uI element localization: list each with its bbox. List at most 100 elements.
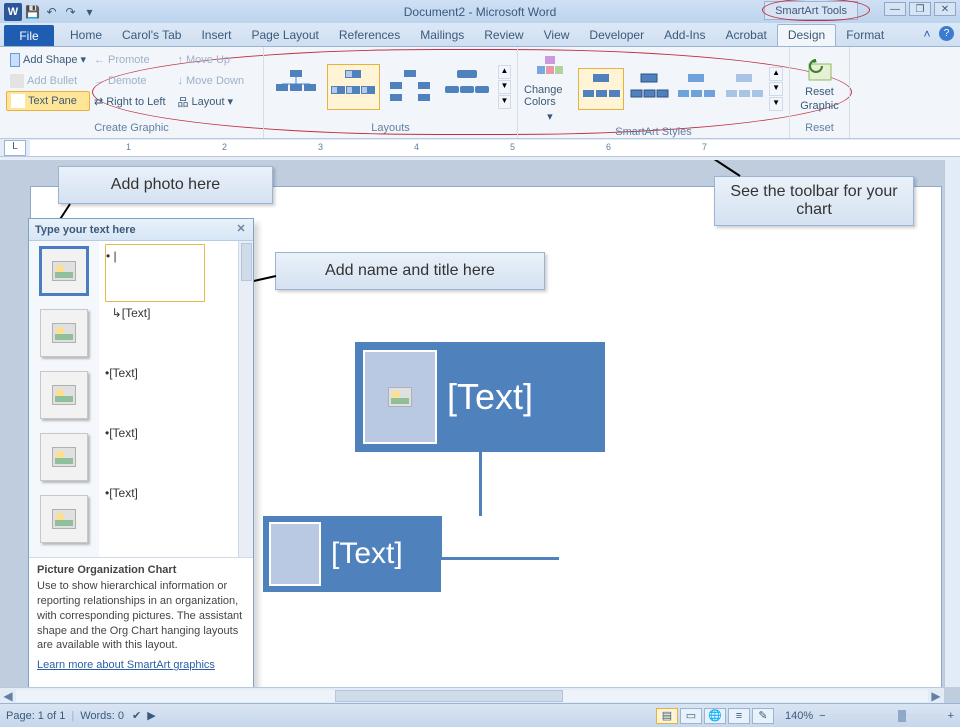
save-icon[interactable]: 💾	[24, 3, 41, 20]
layouts-up-icon[interactable]: ▲	[498, 65, 511, 79]
text-pane-scrollbar[interactable]	[238, 241, 253, 557]
tab-page-layout[interactable]: Page Layout	[241, 25, 328, 46]
ribbon-tabs: File Home Carol's Tab Insert Page Layout…	[0, 23, 960, 47]
reset-graphic-button[interactable]: Reset Graphic	[796, 49, 843, 121]
text-pane-button[interactable]: Text Pane	[6, 91, 90, 111]
text-pane-thumbs	[29, 241, 99, 557]
text-pane-item-4[interactable]: • [Text]	[105, 422, 253, 482]
tab-home[interactable]: Home	[60, 25, 112, 46]
picture-placeholder-icon[interactable]	[388, 387, 412, 407]
layouts-down-icon[interactable]: ▼	[498, 80, 511, 94]
text-pane-thumb-3[interactable]	[40, 371, 88, 419]
text-pane-list[interactable]: • | ↳ [Text] • [Text] • [Text] • [Text]	[99, 241, 253, 557]
tab-view[interactable]: View	[534, 25, 580, 46]
undo-icon[interactable]: ↶	[43, 3, 60, 20]
horizontal-ruler[interactable]: L 1 2 3 4 5 6 7	[0, 139, 960, 157]
minimize-icon[interactable]: ―	[884, 2, 906, 16]
layout-option-4[interactable]	[441, 64, 494, 110]
change-colors-button[interactable]: Change Colors ▾	[524, 53, 576, 125]
tab-review[interactable]: Review	[474, 25, 533, 46]
group-label-reset: Reset	[796, 121, 843, 136]
zoom-in-icon[interactable]: +	[948, 710, 954, 722]
text-pane[interactable]: Type your text here ✕ • | ↳ [Text] • [Te…	[28, 218, 254, 696]
text-pane-thumb-2[interactable]	[40, 309, 88, 357]
callout-add-photo: Add photo here	[58, 166, 273, 204]
qat-more-icon[interactable]: ▾	[81, 3, 98, 20]
zoom-slider[interactable]	[832, 714, 942, 718]
demote-button[interactable]: → Demote	[90, 70, 174, 91]
style-option-1-selected[interactable]	[578, 68, 624, 110]
view-outline-icon[interactable]: ≡	[728, 708, 750, 724]
learn-more-link[interactable]: Learn more about SmartArt graphics	[37, 659, 215, 671]
quick-access-toolbar: W 💾 ↶ ↷ ▾	[0, 3, 98, 21]
tab-references[interactable]: References	[329, 25, 410, 46]
redo-icon[interactable]: ↷	[62, 3, 79, 20]
connector-horizontal	[439, 557, 559, 560]
text-pane-item-2[interactable]: ↳ [Text]	[105, 302, 253, 362]
styles-up-icon[interactable]: ▲	[769, 67, 783, 81]
minimize-ribbon-icon[interactable]: ˄	[919, 26, 935, 42]
styles-down-icon[interactable]: ▼	[769, 82, 783, 96]
text-pane-item-1[interactable]: • |	[105, 244, 205, 302]
view-draft-icon[interactable]: ✎	[752, 708, 774, 724]
view-web-icon[interactable]: 🌐	[704, 708, 726, 724]
styles-more-icon[interactable]: ▼	[769, 97, 783, 111]
macro-icon[interactable]: ▶	[147, 709, 155, 722]
layout-option-1[interactable]	[270, 64, 323, 110]
layout-option-2-selected[interactable]	[327, 64, 380, 110]
vertical-scrollbar[interactable]	[944, 160, 960, 687]
smartart-node-root-text[interactable]: [Text]	[437, 376, 533, 418]
tab-selector[interactable]: L	[4, 140, 26, 156]
tab-file[interactable]: File	[4, 25, 54, 46]
text-pane-thumb-4[interactable]	[40, 433, 88, 481]
status-bar: Page: 1 of 1 | Words: 0 ✔ ▶ ▤ ▭ 🌐 ≡ ✎ 14…	[0, 703, 960, 727]
style-option-3[interactable]	[673, 68, 719, 110]
zoom-out-icon[interactable]: −	[819, 710, 825, 722]
view-full-screen-icon[interactable]: ▭	[680, 708, 702, 724]
smartart-node-child[interactable]: [Text]	[263, 516, 441, 592]
add-bullet-button[interactable]: Add Bullet	[6, 70, 90, 91]
restore-icon[interactable]: ❐	[909, 2, 931, 16]
right-to-left-button[interactable]: ⇄ Right to Left	[90, 91, 174, 112]
tab-acrobat[interactable]: Acrobat	[715, 25, 776, 46]
tab-format[interactable]: Format	[836, 25, 894, 46]
text-pane-item-3[interactable]: • [Text]	[105, 362, 253, 422]
add-shape-button[interactable]: Add Shape ▾	[6, 49, 90, 70]
proofing-icon[interactable]: ✔	[132, 709, 141, 722]
text-pane-header: Type your text here ✕	[29, 219, 253, 241]
layout-option-3[interactable]	[384, 64, 437, 110]
smartart-node-root[interactable]: [Text]	[355, 342, 605, 452]
tab-design[interactable]: Design	[777, 24, 836, 46]
style-option-4[interactable]	[721, 68, 767, 110]
tab-carol[interactable]: Carol's Tab	[112, 25, 191, 46]
text-pane-thumb-5[interactable]	[40, 495, 88, 543]
layouts-more-icon[interactable]: ▼	[498, 95, 511, 109]
group-label-styles: SmartArt Styles	[524, 125, 783, 140]
tab-addins[interactable]: Add-Ins	[654, 25, 715, 46]
move-down-button[interactable]: ↓ Move Down	[174, 70, 258, 91]
view-print-layout-icon[interactable]: ▤	[656, 708, 678, 724]
zoom-level[interactable]: 140%	[785, 710, 813, 722]
text-pane-thumb-1[interactable]	[40, 247, 88, 295]
layout-button[interactable]: 品 Layout ▾	[174, 91, 258, 112]
move-up-button[interactable]: ↑ Move Up	[174, 49, 258, 70]
status-words[interactable]: Words: 0	[80, 710, 124, 722]
group-label-create: Create Graphic	[6, 121, 257, 136]
text-pane-close-icon[interactable]: ✕	[233, 222, 249, 238]
ribbon-design: Add Shape ▾ Add Bullet Text Pane ← Promo…	[0, 47, 960, 139]
close-icon[interactable]: ✕	[934, 2, 956, 16]
horizontal-scrollbar[interactable]: ◀ ▶	[0, 687, 944, 703]
connector-vertical	[479, 452, 482, 516]
callout-toolbar: See the toolbar for your chart	[714, 176, 914, 226]
tab-insert[interactable]: Insert	[191, 25, 241, 46]
smartart-node-child-text[interactable]: [Text]	[321, 537, 403, 571]
help-icon[interactable]: ?	[939, 26, 954, 41]
tab-developer[interactable]: Developer	[579, 25, 654, 46]
promote-button[interactable]: ← Promote	[90, 49, 174, 70]
tab-mailings[interactable]: Mailings	[410, 25, 474, 46]
status-page[interactable]: Page: 1 of 1	[6, 710, 65, 722]
title-bar: W 💾 ↶ ↷ ▾ Document2 - Microsoft Word Sma…	[0, 0, 960, 23]
text-pane-item-5[interactable]: • [Text]	[105, 482, 253, 542]
style-option-2[interactable]	[626, 68, 672, 110]
word-icon[interactable]: W	[4, 3, 22, 21]
